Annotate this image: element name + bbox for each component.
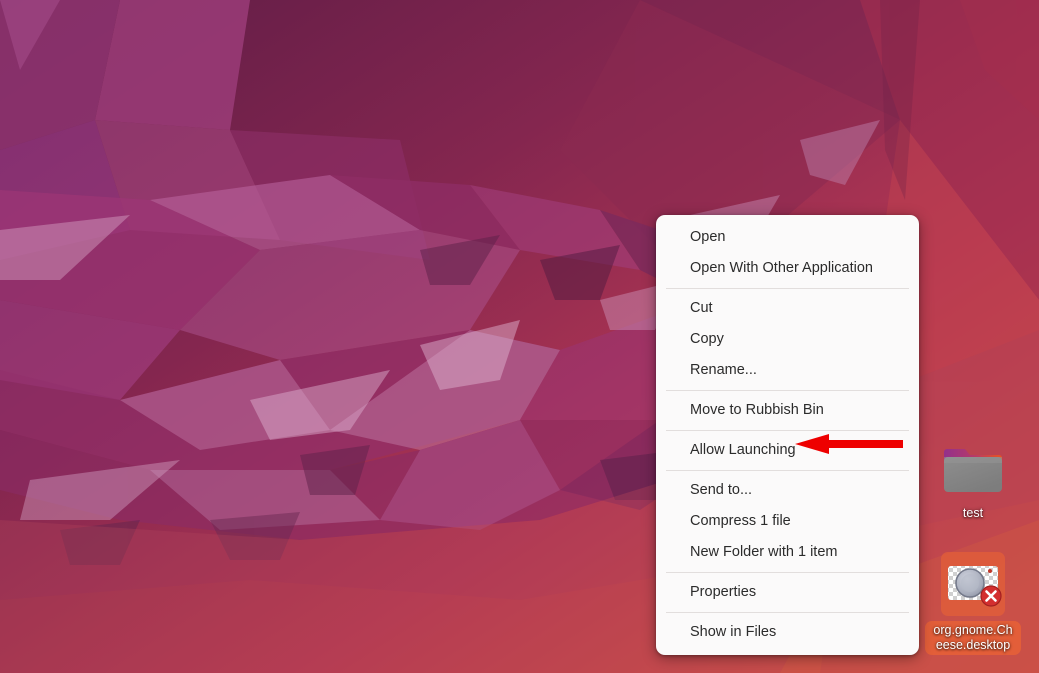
desktop-screen: test org.gnome.Cheese.desktop Open Open … bbox=[0, 0, 1039, 673]
menu-group-trash: Move to Rubbish Bin bbox=[656, 395, 919, 426]
menu-item-rename[interactable]: Rename... bbox=[656, 355, 919, 386]
menu-item-allow-launching[interactable]: Allow Launching bbox=[656, 435, 919, 466]
menu-item-properties[interactable]: Properties bbox=[656, 577, 919, 608]
menu-group-properties: Properties bbox=[656, 577, 919, 608]
menu-group-launching: Allow Launching bbox=[656, 435, 919, 466]
desktop-icon-test[interactable]: test bbox=[925, 437, 1021, 521]
menu-separator bbox=[666, 612, 909, 613]
menu-group-clipboard: Cut Copy Rename... bbox=[656, 293, 919, 386]
menu-group-show-in-files: Show in Files bbox=[656, 617, 919, 648]
menu-separator bbox=[666, 572, 909, 573]
menu-item-send-to[interactable]: Send to... bbox=[656, 475, 919, 506]
menu-item-open[interactable]: Open bbox=[656, 222, 919, 253]
menu-item-open-with-other-application[interactable]: Open With Other Application bbox=[656, 253, 919, 284]
menu-item-copy[interactable]: Copy bbox=[656, 324, 919, 355]
camera-icon-svg bbox=[948, 566, 1002, 607]
menu-separator bbox=[666, 470, 909, 471]
menu-separator bbox=[666, 390, 909, 391]
menu-item-move-to-rubbish-bin[interactable]: Move to Rubbish Bin bbox=[656, 395, 919, 426]
desktop-icon-cheese-desktop[interactable]: org.gnome.Cheese.desktop bbox=[925, 552, 1021, 655]
menu-item-new-folder-with-1-item[interactable]: New Folder with 1 item bbox=[656, 537, 919, 568]
menu-item-compress-1-file[interactable]: Compress 1 file bbox=[656, 506, 919, 537]
menu-item-show-in-files[interactable]: Show in Files bbox=[656, 617, 919, 648]
desktop-file-context-menu[interactable]: Open Open With Other Application Cut Cop… bbox=[656, 215, 919, 655]
error-x-emblem bbox=[980, 585, 1002, 607]
menu-separator bbox=[666, 430, 909, 431]
desktop-icon-label: org.gnome.Cheese.desktop bbox=[925, 621, 1021, 655]
menu-separator bbox=[666, 288, 909, 289]
folder-icon-svg bbox=[944, 449, 1002, 492]
menu-item-cut[interactable]: Cut bbox=[656, 293, 919, 324]
menu-group-open: Open Open With Other Application bbox=[656, 222, 919, 284]
menu-group-file-actions: Send to... Compress 1 file New Folder wi… bbox=[656, 475, 919, 568]
folder-icon[interactable] bbox=[941, 437, 1005, 501]
desktop-icon-label: test bbox=[962, 506, 984, 520]
camera-icon[interactable] bbox=[941, 552, 1005, 616]
